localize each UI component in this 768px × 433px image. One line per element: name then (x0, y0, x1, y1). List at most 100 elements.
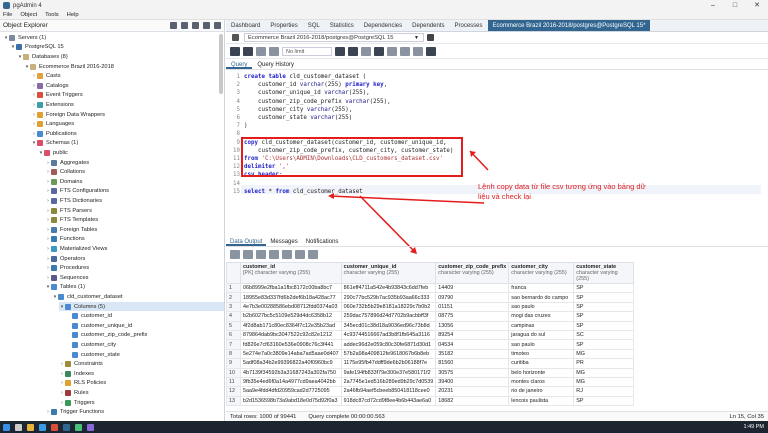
table-cell[interactable]: rio de janeiro (508, 386, 575, 397)
table-cell[interactable]: SC (573, 329, 635, 341)
terminal-icon[interactable] (214, 22, 221, 29)
table-cell[interactable]: 9afe194fb833f79e300e37e580171f2 (340, 367, 437, 378)
table-cell[interactable]: lencois paulista (508, 395, 575, 407)
rollback-icon[interactable] (400, 47, 410, 56)
column-header[interactable]: customer_state character varying (255) (573, 262, 635, 284)
tree-node[interactable]: › RLS Policies (59, 379, 224, 389)
limit-select[interactable]: No limit (282, 47, 332, 56)
table-row[interactable]: 8 5e274e7a0c3809e14aba7ad5aae0d407 57b2a98… (226, 348, 635, 360)
tab-4[interactable]: Dependencies (359, 20, 407, 31)
table-cell[interactable]: mogi das cruzes (508, 311, 575, 322)
table-row[interactable]: 12 5aa9e4fdd4dfd20959cad2d7725095 2a46fb94… (226, 386, 635, 397)
view-icon[interactable] (192, 22, 199, 29)
table-row[interactable]: 6 879864dab9bc3047522c92c82e1212 4c9374451… (226, 329, 635, 341)
tree-node[interactable]: ▾ Ecommerce Brazil 2016-2018 (24, 62, 224, 72)
tree-node[interactable]: › Domains (45, 177, 224, 187)
stop-icon[interactable] (335, 47, 345, 56)
macros-icon[interactable] (413, 47, 423, 56)
graph-icon[interactable] (308, 249, 318, 259)
taskbar-app-icon[interactable] (39, 423, 46, 431)
tree-node[interactable]: › Catalogs (31, 81, 224, 91)
table-cell[interactable]: PR (573, 358, 635, 369)
tree-node[interactable]: › Casts (31, 71, 224, 81)
chevron-down-icon[interactable]: ▼ (414, 35, 419, 41)
commit-icon[interactable] (387, 47, 397, 56)
tree-node[interactable]: › Indexes (59, 369, 224, 379)
table-cell[interactable]: campinas (508, 320, 575, 331)
table-row[interactable]: 9 5adf08a34b2e99396822a40f0960bc9 1175e95f… (226, 358, 635, 369)
download-icon[interactable] (295, 249, 305, 259)
table-cell[interactable]: 2a46fb94aef5cbeeb850418118cee0 (340, 386, 437, 397)
menu-file[interactable]: File (3, 11, 12, 19)
table-cell[interactable]: sao paulo (508, 301, 575, 313)
tree-node[interactable]: customer_zip_code_prefix (66, 331, 224, 341)
tree-node[interactable]: › Languages (31, 119, 224, 129)
tree-node[interactable]: ▾ public (38, 148, 224, 158)
tab-notifications[interactable]: Notifications (302, 237, 343, 246)
maximize-button[interactable]: □ (724, 0, 746, 11)
table-cell[interactable]: sao bernardo do campo (508, 292, 575, 303)
taskbar-app-icon[interactable] (27, 423, 34, 431)
column-header[interactable]: customer_unique_id character varying (255… (340, 262, 437, 284)
save-data-icon[interactable] (282, 249, 292, 259)
table-cell[interactable]: 13056 (435, 320, 510, 331)
open-file-icon[interactable] (230, 47, 240, 56)
table-cell[interactable]: 39400 (435, 376, 510, 388)
tree-node[interactable]: › Aggregates (45, 158, 224, 168)
table-cell[interactable]: 5adf08a34b2e99396822a40f0960bc9 (240, 358, 342, 369)
tree-node[interactable]: › Procedures (45, 263, 224, 273)
tree-node[interactable]: › Publications (31, 129, 224, 139)
menu-object[interactable]: Object (20, 11, 37, 19)
tree-node[interactable]: customer_city (66, 340, 224, 350)
search-icon[interactable] (203, 22, 210, 29)
table-cell[interactable]: 4c93744516667ad3b8f1fb645a3116 (340, 329, 437, 341)
tree-node[interactable]: › Functions (45, 235, 224, 245)
taskbar-search-icon[interactable] (15, 423, 22, 431)
table-cell[interactable]: 81560 (435, 358, 510, 369)
menu-tools[interactable]: Tools (45, 11, 59, 19)
tree-node[interactable]: ▾ cld_customer_dataset (52, 292, 224, 302)
tree-node[interactable]: › FTS Templates (45, 215, 224, 225)
column-header[interactable]: customer_zip_code_prefix character varyin… (435, 262, 510, 284)
table-cell[interactable]: 30575 (435, 367, 510, 378)
help-icon[interactable] (426, 47, 436, 56)
tree-scrollbar[interactable] (219, 34, 223, 94)
tree-node[interactable]: › Foreign Tables (45, 225, 224, 235)
paste-icon[interactable] (256, 249, 266, 259)
table-cell[interactable]: jaragua do sul (508, 329, 575, 341)
explain-analyze-icon[interactable] (374, 47, 384, 56)
table-cell[interactable]: 5e274e7a0c3809e14aba7ad5aae0d407 (240, 348, 342, 360)
table-cell[interactable]: addec96d2e059c80c30fe6871d30d1 (340, 339, 437, 350)
windows-start-icon[interactable] (3, 423, 10, 431)
tree-node[interactable]: › Sequences (45, 273, 224, 283)
table-row[interactable]: 2 18955e83d337fd6b2def6b18a428ac77 290c77b… (226, 292, 635, 303)
table-cell[interactable]: 259dac757896d24d7702b9acbbff3f (340, 311, 437, 322)
tab-1[interactable]: Properties (265, 20, 302, 31)
tree-node[interactable]: ▾ Columns (5) (59, 301, 224, 312)
delete-icon[interactable] (269, 249, 279, 259)
table-cell[interactable]: 04534 (435, 339, 510, 350)
table-cell[interactable]: montes claros (508, 376, 575, 388)
table-row[interactable]: 4 b2b6027bc5c5109e529d4dc6358b12 259dac757… (226, 311, 635, 322)
table-cell[interactable]: 918dc87cd72cd9f8ee4b6b443ae6a0 (340, 395, 437, 407)
table-cell[interactable]: 89254 (435, 329, 510, 341)
table-cell[interactable]: 09790 (435, 292, 510, 303)
table-cell[interactable]: fd826e7cf63160e536e0908c76c3f441 (240, 339, 342, 350)
table-cell[interactable]: SP (573, 282, 635, 294)
table-cell[interactable]: 14409 (435, 282, 510, 294)
tree-node[interactable]: › Rules (59, 388, 224, 398)
tab-7[interactable]: Ecommerce Brazil 2016-2018/postgres@Post… (487, 20, 651, 31)
tree-node[interactable]: › FTS Dictionaries (45, 196, 224, 206)
table-cell[interactable]: 345ecd01c38d18a9036ed96c73b8d (340, 320, 437, 331)
tree-node[interactable]: customer_state (66, 350, 224, 360)
explain-icon[interactable] (361, 47, 371, 56)
table-row[interactable]: 7 fd826e7cf63160e536e0908c76c3f441 addec96… (226, 339, 635, 350)
close-button[interactable]: ✕ (746, 0, 768, 11)
table-cell[interactable]: b2b6027bc5c5109e529d4dc6358b12 (240, 311, 342, 322)
table-cell[interactable]: 06b8999e2fba1a1fbc8172c00ba8bc7 (240, 282, 342, 294)
table-row[interactable]: 1 06b8999e2fba1a1fbc8172c00ba8bc7 861eff47… (226, 282, 635, 294)
copy-icon[interactable] (243, 249, 253, 259)
tree-node[interactable]: › Triggers (59, 398, 224, 408)
tab-messages[interactable]: Messages (266, 237, 301, 246)
tree-node[interactable]: › Operators (45, 254, 224, 264)
